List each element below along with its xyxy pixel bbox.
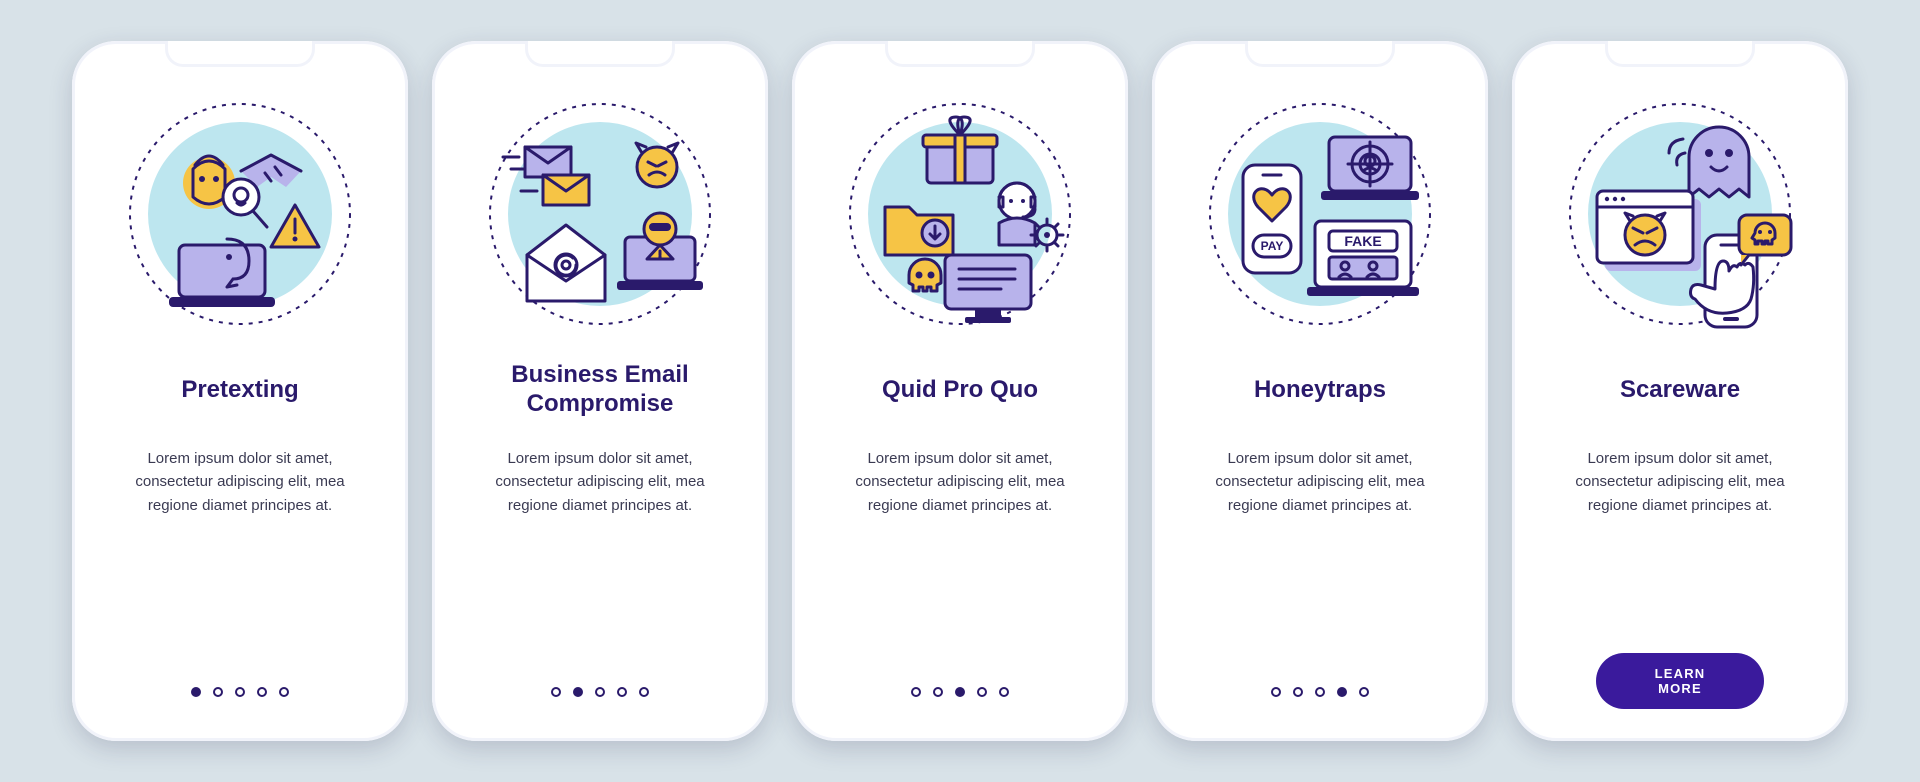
card-description: Lorem ipsum dolor sit amet, consectetur … bbox=[1560, 447, 1800, 517]
svg-text:FAKE: FAKE bbox=[1344, 233, 1381, 249]
dot-5[interactable] bbox=[999, 687, 1009, 697]
pagination-dots bbox=[551, 687, 649, 697]
card-title: Business Email Compromise bbox=[458, 361, 742, 419]
pagination-dots bbox=[911, 687, 1009, 697]
scareware-icon bbox=[1561, 95, 1799, 333]
onboarding-card-scareware: Scareware Lorem ipsum dolor sit amet, co… bbox=[1512, 41, 1848, 741]
pagination-dots bbox=[1271, 687, 1369, 697]
card-description: Lorem ipsum dolor sit amet, consectetur … bbox=[1200, 447, 1440, 517]
phone-notch bbox=[1245, 41, 1395, 67]
card-description: Lorem ipsum dolor sit amet, consectetur … bbox=[840, 447, 1080, 517]
phone-notch bbox=[885, 41, 1035, 67]
dot-1[interactable] bbox=[911, 687, 921, 697]
onboarding-card-bec: Business Email Compromise Lorem ipsum do… bbox=[432, 41, 768, 741]
dot-4[interactable] bbox=[977, 687, 987, 697]
card-description: Lorem ipsum dolor sit amet, consectetur … bbox=[120, 447, 360, 517]
dot-3[interactable] bbox=[235, 687, 245, 697]
dot-1[interactable] bbox=[551, 687, 561, 697]
onboarding-card-honeytraps: PAY FAKE Honeytraps Lorem ipsum bbox=[1152, 41, 1488, 741]
dot-2[interactable] bbox=[213, 687, 223, 697]
dot-3[interactable] bbox=[1315, 687, 1325, 697]
card-title: Scareware bbox=[1620, 361, 1740, 419]
dot-4[interactable] bbox=[257, 687, 267, 697]
onboarding-card-quid: Quid Pro Quo Lorem ipsum dolor sit amet,… bbox=[792, 41, 1128, 741]
quid-icon bbox=[841, 95, 1079, 333]
honeytraps-icon: PAY FAKE bbox=[1201, 95, 1439, 333]
phone-notch bbox=[165, 41, 315, 67]
dot-4[interactable] bbox=[617, 687, 627, 697]
dot-3[interactable] bbox=[955, 687, 965, 697]
bec-icon bbox=[481, 95, 719, 333]
card-title: Quid Pro Quo bbox=[882, 361, 1038, 419]
dot-3[interactable] bbox=[595, 687, 605, 697]
pretexting-icon bbox=[121, 95, 359, 333]
phone-notch bbox=[525, 41, 675, 67]
dot-2[interactable] bbox=[933, 687, 943, 697]
dot-2[interactable] bbox=[1293, 687, 1303, 697]
card-description: Lorem ipsum dolor sit amet, consectetur … bbox=[480, 447, 720, 517]
learn-more-button[interactable]: LEARN MORE bbox=[1596, 653, 1764, 709]
dot-5[interactable] bbox=[639, 687, 649, 697]
dot-2[interactable] bbox=[573, 687, 583, 697]
dot-4[interactable] bbox=[1337, 687, 1347, 697]
phone-notch bbox=[1605, 41, 1755, 67]
dot-5[interactable] bbox=[279, 687, 289, 697]
dot-1[interactable] bbox=[191, 687, 201, 697]
pagination-dots bbox=[191, 687, 289, 697]
dot-5[interactable] bbox=[1359, 687, 1369, 697]
dot-1[interactable] bbox=[1271, 687, 1281, 697]
onboarding-card-pretexting: Pretexting Lorem ipsum dolor sit amet, c… bbox=[72, 41, 408, 741]
svg-text:PAY: PAY bbox=[1261, 239, 1284, 253]
card-title: Honeytraps bbox=[1254, 361, 1386, 419]
card-title: Pretexting bbox=[181, 361, 298, 419]
